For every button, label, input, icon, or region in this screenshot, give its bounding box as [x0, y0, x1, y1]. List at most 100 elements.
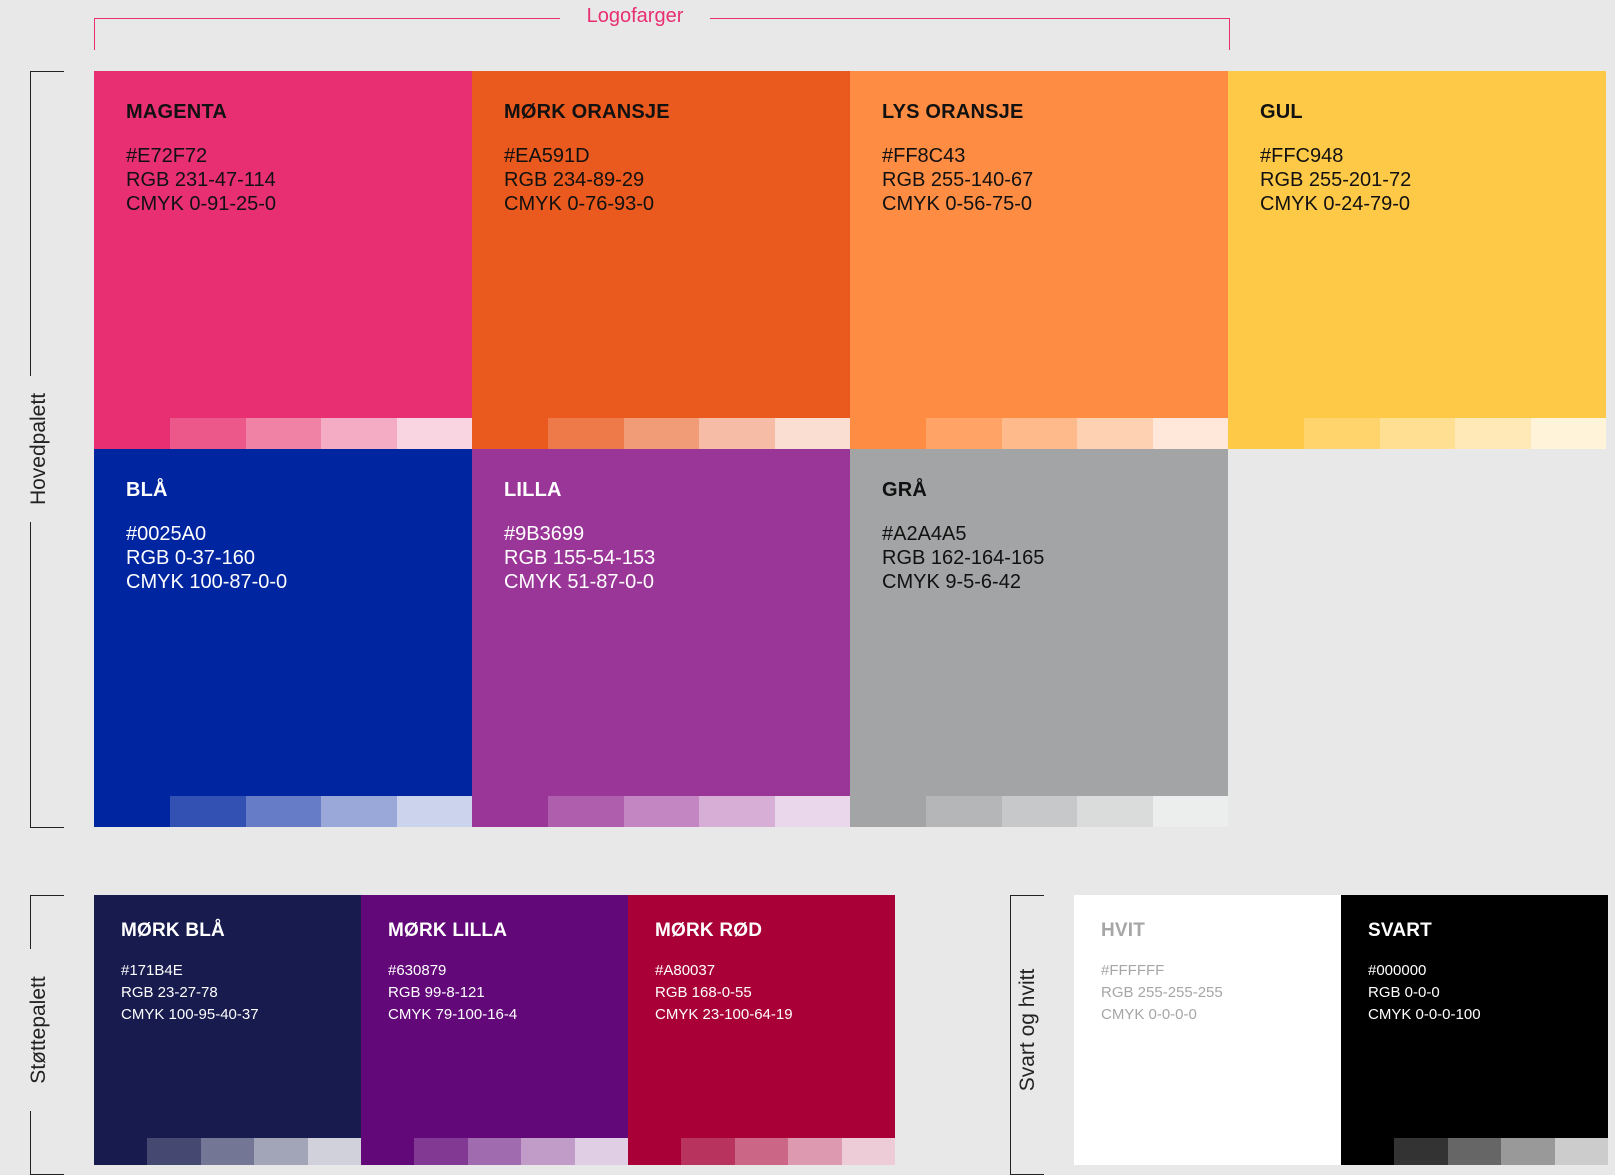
color-cmyk-value: CMYK 9-5-6-42 [882, 571, 1021, 593]
color-codes: #A2A4A5 RGB 162-164-165 CMYK 9-5-6-42 [882, 522, 1044, 594]
color-cmyk-value: CMYK 0-76-93-0 [504, 193, 655, 215]
color-codes: #9B3699 RGB 155-54-153 CMYK 51-87-0-0 [504, 522, 655, 594]
color-name: SVART [1368, 920, 1432, 941]
color-name: GRÅ [882, 479, 928, 501]
tint-4 [774, 418, 850, 449]
tint-4 [1530, 418, 1606, 449]
tint-1 [926, 796, 1002, 827]
color-rgb-value: RGB 155-54-153 [504, 547, 656, 569]
tint-strip [1394, 1138, 1608, 1165]
tint-4 [841, 1138, 895, 1165]
color-name: BLÅ [126, 479, 168, 501]
color-rgb-value: RGB 234-89-29 [504, 169, 645, 191]
color-codes: #EA591D RGB 234-89-29 CMYK 0-76-93-0 [504, 144, 654, 216]
swatch-lilla: LILLA #9B3699 RGB 155-54-153 CMYK 51-87-0-0 [472, 449, 850, 827]
tint-3 [254, 1138, 308, 1165]
tint-4 [307, 1138, 361, 1165]
tint-strip [170, 796, 472, 827]
tint-2 [245, 796, 321, 827]
color-name: MØRK RØD [655, 920, 763, 941]
color-cmyk-value: CMYK 100-95-40-37 [121, 1006, 259, 1023]
tint-strip [1304, 418, 1606, 449]
tint-2 [1447, 1138, 1501, 1165]
color-cmyk-value: CMYK 23-100-64-19 [655, 1006, 793, 1023]
swatch-blå: BLÅ #0025A0 RGB 0-37-160 CMYK 100-87-0-0 [94, 449, 472, 827]
tint-3 [1455, 418, 1531, 449]
swatch-gul: GUL #FFC948 RGB 255-201-72 CMYK 0-24-79-0 [1228, 71, 1606, 449]
bw-label: Svart og hvitt [1015, 945, 1041, 1115]
color-name: MØRK BLÅ [121, 920, 225, 941]
color-rgb-value: RGB 0-37-160 [126, 547, 255, 569]
tint-strip [414, 1138, 628, 1165]
color-codes: #630879 RGB 99-8-121 CMYK 79-100-16-4 [388, 960, 517, 1026]
color-rgb-value: RGB 231-47-114 [126, 169, 276, 191]
color-codes: #E72F72 RGB 231-47-114 CMYK 0-91-25-0 [126, 144, 276, 216]
tint-strip [548, 418, 850, 449]
color-hex-value: #FF8C43 [882, 145, 966, 167]
color-name: MØRK LILLA [388, 920, 508, 941]
tint-1 [147, 1138, 201, 1165]
color-hex-value: #EA591D [504, 145, 590, 167]
color-name: MAGENTA [126, 101, 228, 123]
color-hex-value: #0025A0 [126, 523, 207, 545]
tint-1 [170, 418, 246, 449]
tint-2 [734, 1138, 788, 1165]
color-hex-value: #000000 [1368, 962, 1427, 979]
tint-4 [1152, 418, 1228, 449]
color-codes: #171B4E RGB 23-27-78 CMYK 100-95-40-37 [121, 960, 259, 1026]
color-rgb-value: RGB 23-27-78 [121, 984, 218, 1001]
color-hex-value: #9B3699 [504, 523, 585, 545]
tint-2 [623, 796, 699, 827]
color-codes: #A80037 RGB 168-0-55 CMYK 23-100-64-19 [655, 960, 793, 1026]
swatch-grå: GRÅ #A2A4A5 RGB 162-164-165 CMYK 9-5-6-42 [850, 449, 1228, 827]
color-codes: #FFFFFF RGB 255-255-255 CMYK 0-0-0-0 [1101, 960, 1223, 1026]
tint-3 [321, 418, 397, 449]
tint-2 [200, 1138, 254, 1165]
tint-strip [147, 1138, 361, 1165]
swatch-lys-oransje: LYS ORANSJE #FF8C43 RGB 255-140-67 CMYK 0-5… [850, 71, 1228, 449]
color-cmyk-value: CMYK 0-91-25-0 [126, 193, 277, 215]
tint-2 [467, 1138, 521, 1165]
tint-4 [774, 796, 850, 827]
support-palette-label: Støttepalett [26, 949, 52, 1111]
color-hex-value: #FFC948 [1260, 145, 1344, 167]
tint-3 [1501, 1138, 1555, 1165]
color-codes: #000000 RGB 0-0-0 CMYK 0-0-0-100 [1368, 960, 1481, 1026]
tint-3 [699, 418, 775, 449]
color-codes: #FF8C43 RGB 255-140-67 CMYK 0-56-75-0 [882, 144, 1033, 216]
tint-3 [1077, 418, 1153, 449]
color-rgb-value: RGB 168-0-55 [655, 984, 752, 1001]
color-codes: #FFC948 RGB 255-201-72 CMYK 0-24-79-0 [1260, 144, 1411, 216]
color-hex-value: #171B4E [121, 962, 183, 979]
color-cmyk-value: CMYK 79-100-16-4 [388, 1006, 518, 1023]
tint-strip [926, 418, 1228, 449]
tint-4 [396, 418, 472, 449]
color-hex-value: #E72F72 [126, 145, 208, 167]
tint-1 [1394, 1138, 1448, 1165]
color-rgb-value: RGB 255-140-67 [882, 169, 1034, 191]
swatch-svart: SVART #000000 RGB 0-0-0 CMYK 0-0-0-100 [1341, 895, 1608, 1165]
main-palette-label: Hovedpalett [26, 376, 52, 522]
tint-1 [926, 418, 1002, 449]
swatch-mørk-lilla: MØRK LILLA #630879 RGB 99-8-121 CMYK 79-100… [361, 895, 628, 1165]
color-hex-value: #FFFFFF [1101, 962, 1165, 979]
tint-1 [1304, 418, 1380, 449]
swatch-mørk-blå: MØRK BLÅ #171B4E RGB 23-27-78 CMYK 100-95-4… [94, 895, 361, 1165]
tint-4 [1554, 1138, 1608, 1165]
color-hex-value: #A80037 [655, 962, 716, 979]
tint-1 [681, 1138, 735, 1165]
color-codes: #0025A0 RGB 0-37-160 CMYK 100-87-0-0 [126, 522, 287, 594]
color-cmyk-value: CMYK 51-87-0-0 [504, 571, 655, 593]
tint-4 [1152, 796, 1228, 827]
color-hex-value: #630879 [388, 962, 447, 979]
swatch-hvit: HVIT #FFFFFF RGB 255-255-255 CMYK 0-0-0-0 [1074, 895, 1341, 1165]
tint-strip [681, 1138, 895, 1165]
tint-1 [170, 796, 246, 827]
tint-2 [1001, 796, 1077, 827]
tint-2 [623, 418, 699, 449]
color-rgb-value: RGB 162-164-165 [882, 547, 1045, 569]
logo-colors-label: Logofarger [560, 4, 710, 28]
color-rgb-value: RGB 255-255-255 [1101, 984, 1223, 1001]
tint-strip [926, 796, 1228, 827]
tint-4 [574, 1138, 628, 1165]
